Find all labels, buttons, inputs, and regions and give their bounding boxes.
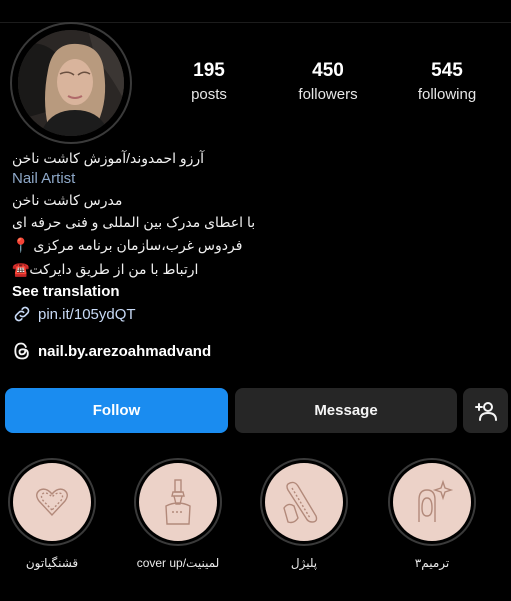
- posts-label: posts: [191, 86, 227, 103]
- follow-button[interactable]: Follow: [5, 388, 228, 433]
- brush-icon: [156, 478, 200, 526]
- link-icon: [12, 304, 32, 324]
- posts-count: 195: [193, 60, 225, 81]
- threads-badge[interactable]: nail.by.arezoahmadvand: [12, 341, 211, 361]
- bio-line-1: مدرس کاشت ناخن: [12, 192, 123, 208]
- followers-count: 450: [312, 60, 344, 81]
- threads-handle: nail.by.arezoahmadvand: [38, 342, 212, 360]
- highlight-label: قشنگیاتون: [25, 556, 79, 570]
- highlight-cover: [393, 463, 471, 541]
- highlight-ring: [134, 458, 222, 546]
- highlight-1[interactable]: قشنگیاتون: [7, 458, 97, 570]
- bio-line-3: فردوس غرب،سازمان برنامه مرکزی 📍: [12, 237, 243, 253]
- followers-stat[interactable]: 450 followers: [292, 60, 364, 103]
- highlight-3[interactable]: پلیژل: [259, 458, 349, 570]
- profile-name: آرزو احمدوند/آموزش کاشت ناخن: [12, 150, 205, 166]
- bio-link-text: pin.it/105ydQT: [38, 305, 136, 323]
- following-stat[interactable]: 545 following: [410, 60, 484, 103]
- bio-link[interactable]: pin.it/105ydQT: [12, 304, 136, 324]
- bio-line-4: ارتباط با من از طریق دایرکت☎️: [12, 261, 199, 277]
- suggest-users-button[interactable]: [463, 388, 508, 433]
- highlight-2[interactable]: cover up/لمینیت: [133, 458, 223, 570]
- avatar[interactable]: [18, 30, 124, 136]
- profile-category: Nail Artist: [12, 170, 76, 187]
- followers-label: followers: [298, 86, 358, 103]
- highlight-cover: [265, 463, 343, 541]
- highlight-ring: [260, 458, 348, 546]
- bio-line-2: با اعطای مدرک بین المللی و فنی حرفه ای: [12, 214, 256, 230]
- following-label: following: [417, 86, 477, 103]
- threads-icon: [12, 341, 32, 361]
- highlight-label: cover up/لمینیت: [136, 556, 220, 570]
- highlight-label: ترمیم۳: [414, 556, 450, 570]
- highlight-ring: [8, 458, 96, 546]
- following-count: 545: [431, 60, 463, 81]
- nail-sparkle-icon: [409, 478, 455, 526]
- highlight-ring: [388, 458, 476, 546]
- highlight-4[interactable]: ترمیم۳: [387, 458, 477, 570]
- highlight-cover: [139, 463, 217, 541]
- avatar-photo: [18, 30, 124, 136]
- highlight-cover: [13, 463, 91, 541]
- message-button[interactable]: Message: [235, 388, 457, 433]
- add-user-icon: [474, 399, 498, 423]
- heart-icon: [32, 482, 72, 522]
- nail-file-icon: [280, 478, 328, 526]
- see-translation-link[interactable]: See translation: [12, 283, 120, 300]
- highlight-label: پلیژل: [290, 556, 318, 570]
- posts-stat[interactable]: 195 posts: [180, 60, 238, 103]
